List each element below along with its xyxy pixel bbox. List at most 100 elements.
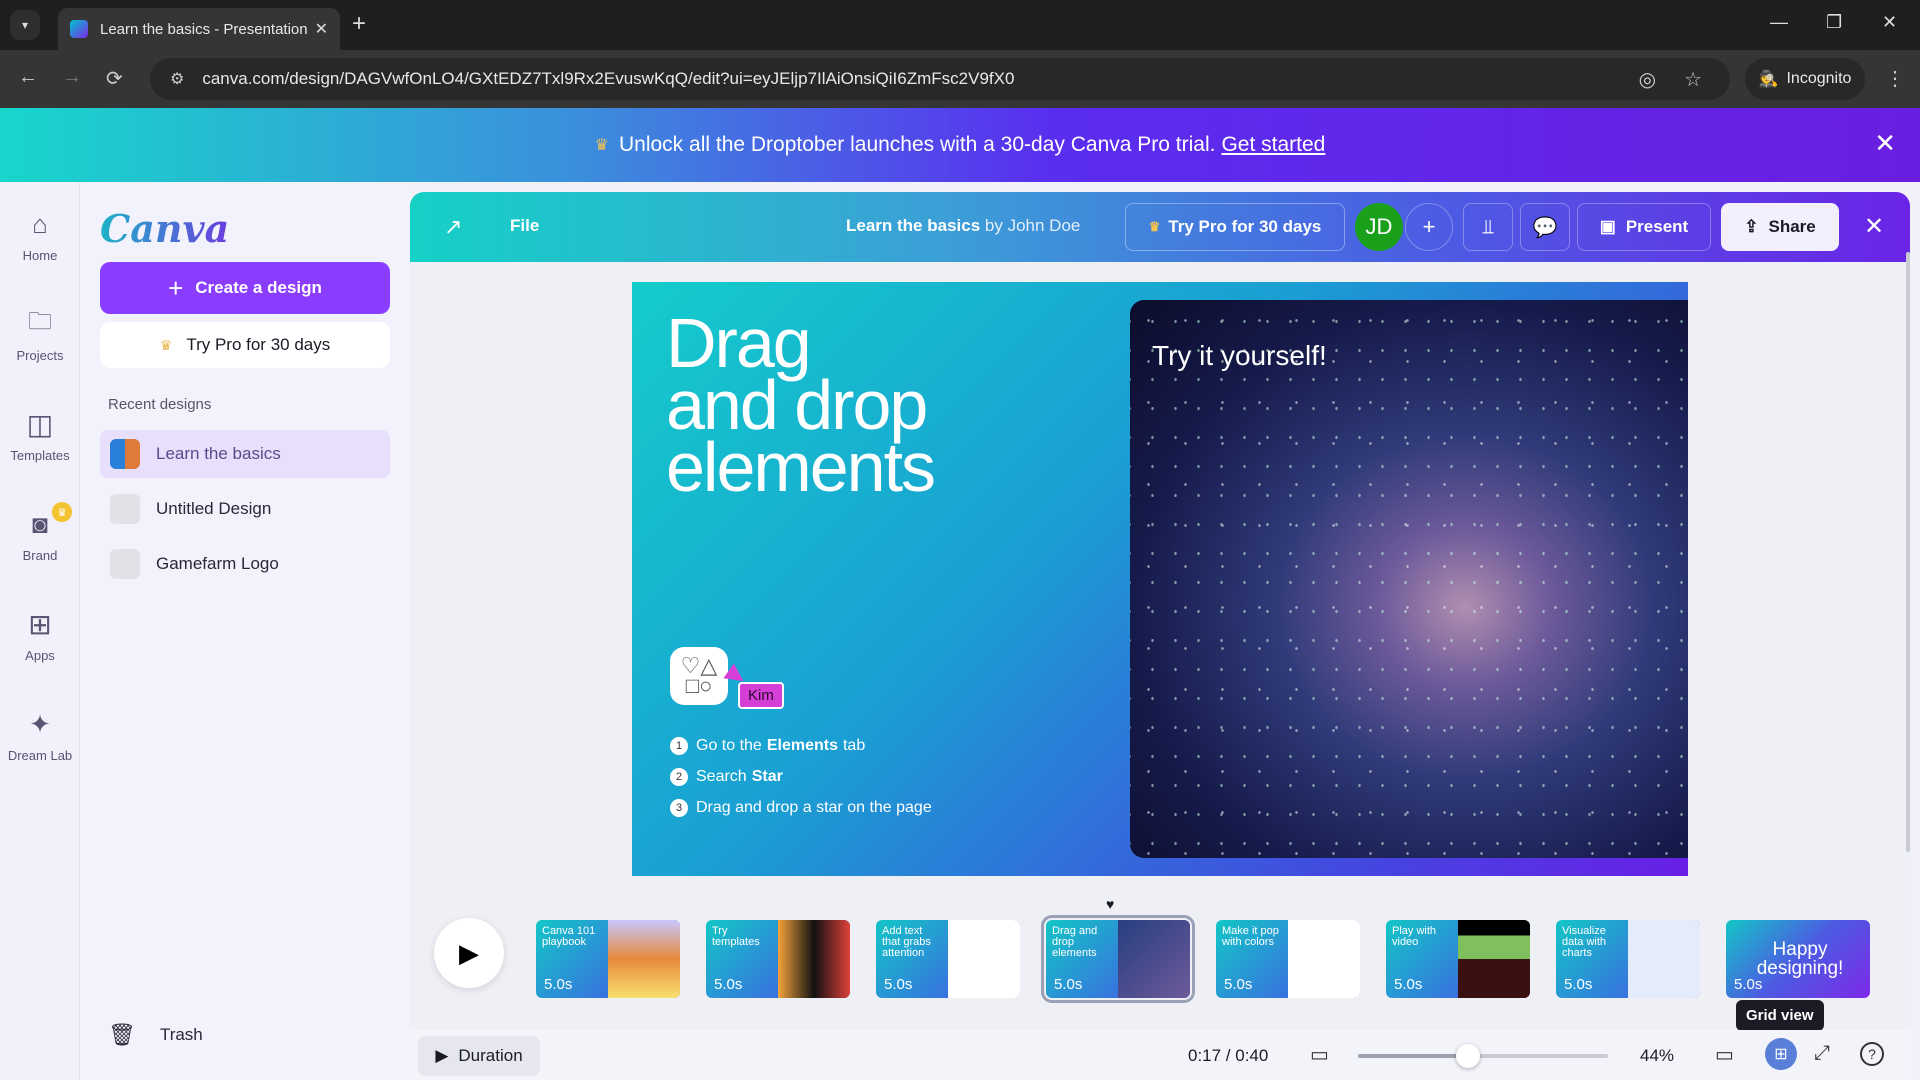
collaborator-name-tag: Kim: [738, 682, 784, 709]
help-icon[interactable]: ?: [1860, 1042, 1884, 1066]
grid-view-icon: ⊞: [1774, 1046, 1788, 1063]
home-icon: ⌂: [32, 208, 48, 239]
step-item: 1 Go to the Elements tab: [670, 730, 932, 761]
bottom-bar: ▶ Duration 0:17 / 0:40 ▭ 44% ▭ ⊞ ⤢ ?: [410, 1030, 1910, 1080]
insights-icon[interactable]: ⫫: [1463, 203, 1513, 251]
user-avatar[interactable]: JD: [1355, 203, 1403, 251]
page-thumbnail[interactable]: Drag and drop elements 5.0s: [1041, 915, 1195, 1003]
bookmark-star-icon[interactable]: ☆: [1684, 67, 1702, 92]
page-thumbnail[interactable]: Happy designing! 5.0s: [1726, 920, 1870, 998]
try-pro-button[interactable]: ♛ Try Pro for 30 days: [100, 322, 390, 368]
rail-label: Home: [22, 248, 58, 263]
folder-icon: 🗀: [28, 307, 52, 335]
incognito-label: Incognito: [1786, 70, 1852, 87]
grid-view-button[interactable]: ⊞: [1765, 1038, 1797, 1070]
incognito-icon: 🕵: [1758, 71, 1779, 88]
omnibox[interactable]: ⚙ canva.com/design/DAGVwfOnLO4/GXtEDZ7Tx…: [150, 58, 1730, 100]
page-thumbnail[interactable]: Canva 101 playbook 5.0s: [536, 920, 680, 998]
comment-icon[interactable]: 💬: [1520, 203, 1570, 251]
browser-tab[interactable]: Learn the basics - Presentation ✕: [58, 8, 340, 50]
editor-toolbar: ↗ File Learn the basics by John Doe ♛ Tr…: [410, 192, 1910, 262]
chevron-down-icon: ▾: [21, 18, 29, 32]
design-title[interactable]: Learn the basics by John Doe: [846, 216, 1080, 236]
slide-canvas[interactable]: Drag and drop elements Try it yourself! …: [632, 282, 1688, 876]
try-pro-toolbar-button[interactable]: ♛ Try Pro for 30 days: [1125, 203, 1345, 251]
pages-view-icon[interactable]: ▭: [1715, 1042, 1734, 1067]
canva-logo[interactable]: Canva: [100, 206, 229, 251]
forward-button[interactable]: →: [62, 66, 82, 89]
page-thumbnail[interactable]: Try templates 5.0s: [706, 920, 850, 998]
try-it-yourself-text: Try it yourself!: [1152, 340, 1327, 371]
share-label: Share: [1768, 217, 1816, 236]
page-thumbnail[interactable]: Make it pop with colors 5.0s: [1216, 920, 1360, 998]
duration-icon: ▶: [435, 1046, 449, 1065]
create-design-button[interactable]: + Create a design: [100, 262, 390, 314]
reload-button[interactable]: ⟳: [106, 66, 123, 91]
rail-item-dream-lab[interactable]: ✦ Dream Lab: [0, 708, 80, 764]
notes-icon[interactable]: ▭: [1310, 1042, 1329, 1067]
design-thumbnail: [110, 494, 140, 524]
duration-label: Duration: [458, 1046, 523, 1065]
add-collaborator-button[interactable]: +: [1405, 203, 1453, 251]
open-external-icon[interactable]: ↗: [444, 214, 462, 240]
rail-item-brand[interactable]: ◙ ♛ Brand: [0, 502, 80, 563]
tab-close-icon[interactable]: ✕: [315, 19, 328, 39]
incognito-indicator[interactable]: 🕵 Incognito: [1745, 58, 1865, 100]
side-panel: Canva + Create a design ♛ Try Pro for 30…: [80, 182, 410, 1080]
thumbnail-image: [948, 920, 1020, 998]
try-pro-label: Try Pro for 30 days: [186, 335, 331, 354]
editor-scrollbar[interactable]: [1906, 252, 1910, 852]
thumbnail-label: Try templates: [712, 925, 760, 948]
eye-off-icon[interactable]: ◎: [1639, 67, 1656, 92]
close-banner-icon[interactable]: ✕: [1874, 128, 1896, 159]
thumbnail-label: Visualize data with charts: [1562, 925, 1607, 959]
trash-button[interactable]: 🗑 Trash: [108, 1022, 203, 1048]
back-button[interactable]: ←: [18, 66, 38, 89]
tab-search-dropdown[interactable]: ▾: [10, 10, 40, 40]
recent-designs-heading: Recent designs: [108, 396, 212, 413]
page-thumbnail[interactable]: Add text that grabs attention 5.0s: [876, 920, 1020, 998]
thumbnail-image: [608, 920, 680, 998]
thumbnail-label: Add text that grabs attention: [882, 925, 931, 959]
rail-item-apps[interactable]: ⊞ Apps: [0, 608, 80, 664]
rail-item-templates[interactable]: ◫ Templates: [0, 408, 80, 464]
play-button[interactable]: ▶: [434, 918, 504, 988]
rail-item-home[interactable]: ⌂ Home: [0, 208, 80, 264]
zoom-slider[interactable]: [1358, 1044, 1608, 1068]
page-thumbnail[interactable]: Visualize data with charts 5.0s: [1556, 920, 1700, 998]
thumbnail-label: Make it pop with colors: [1222, 925, 1279, 948]
page-thumbnail[interactable]: Play with video 5.0s: [1386, 920, 1530, 998]
galaxy-image[interactable]: Try it yourself!: [1130, 300, 1688, 858]
zoom-percent[interactable]: 44%: [1640, 1046, 1674, 1066]
get-started-link[interactable]: Get started: [1221, 133, 1325, 157]
share-button[interactable]: ⇪ Share: [1721, 203, 1839, 251]
present-button[interactable]: ▣ Present: [1577, 203, 1711, 251]
url-text[interactable]: canva.com/design/DAGVwfOnLO4/GXtEDZ7Txl9…: [202, 69, 1638, 89]
close-editor-icon[interactable]: ✕: [1864, 212, 1884, 241]
file-menu[interactable]: File: [510, 216, 539, 236]
zoom-slider-fill: [1358, 1054, 1468, 1058]
site-settings-icon[interactable]: ⚙: [170, 69, 184, 89]
restore-button[interactable]: ❐: [1826, 12, 1842, 33]
recent-design-item[interactable]: Untitled Design: [100, 485, 390, 533]
window-close-button[interactable]: ✕: [1882, 12, 1897, 33]
present-label: Present: [1625, 217, 1689, 236]
fullscreen-icon[interactable]: ⤢: [1814, 1042, 1830, 1065]
recent-design-name: Learn the basics: [156, 444, 281, 463]
minimize-button[interactable]: —: [1770, 12, 1788, 33]
templates-icon: ◫: [26, 408, 54, 440]
grid-view-tooltip: Grid view: [1736, 1000, 1824, 1031]
duration-button[interactable]: ▶ Duration: [418, 1036, 540, 1076]
play-icon: ▶: [459, 937, 479, 968]
zoom-slider-handle[interactable]: [1456, 1044, 1480, 1068]
rail-item-projects[interactable]: 🗀 Projects: [0, 307, 80, 364]
thumbnail-image: [1118, 920, 1190, 998]
browser-menu-icon[interactable]: ⋮: [1885, 66, 1905, 91]
recent-design-item[interactable]: Gamefarm Logo: [100, 540, 390, 588]
thumbnail-duration: 5.0s: [884, 976, 913, 993]
thumbnail-image: [1288, 920, 1360, 998]
thumbnail-label: Happy designing!: [1756, 939, 1844, 979]
playhead-marker-icon[interactable]: ♥: [1106, 896, 1114, 912]
new-tab-button[interactable]: +: [352, 10, 366, 38]
recent-design-item[interactable]: Learn the basics: [100, 430, 390, 478]
